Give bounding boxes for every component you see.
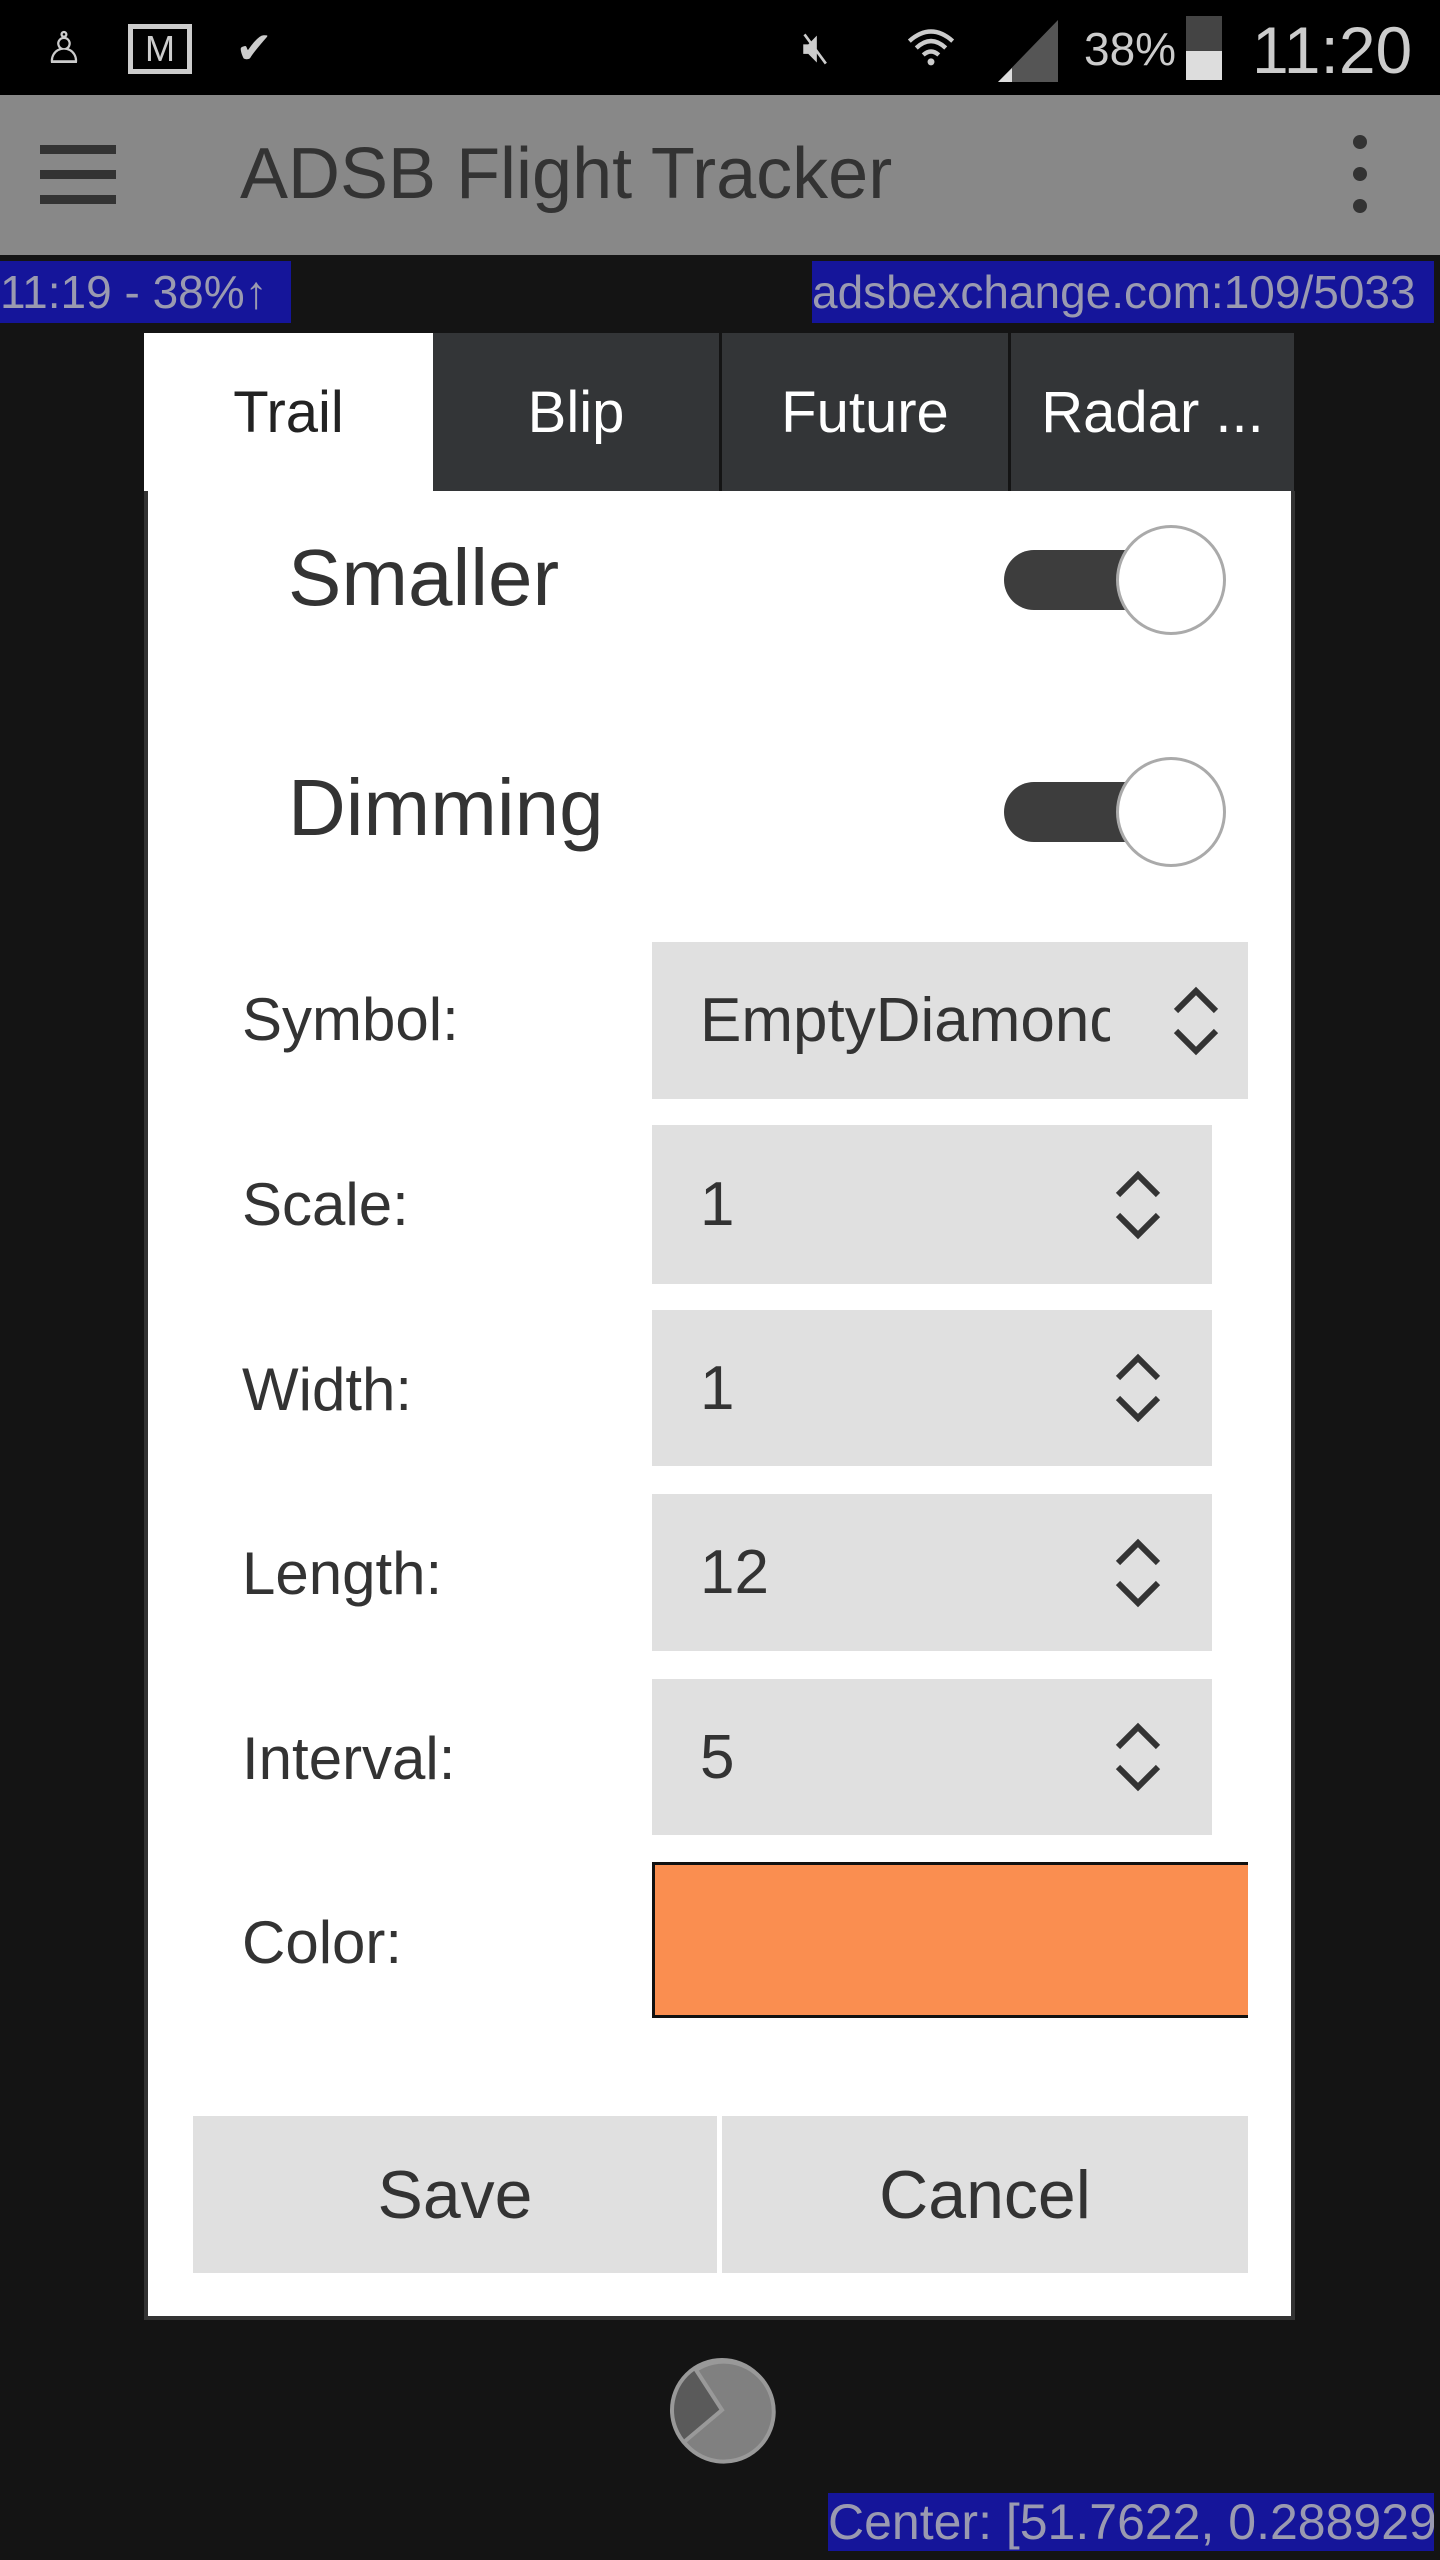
dimming-toggle[interactable] bbox=[1004, 757, 1226, 867]
tab-trail[interactable]: Trail bbox=[144, 333, 433, 491]
pie-progress-icon[interactable] bbox=[668, 2356, 776, 2464]
task-check-icon: ✔ bbox=[235, 23, 273, 73]
chevron-up-down-icon bbox=[1115, 1538, 1161, 1607]
chevron-up-down-icon bbox=[1115, 1722, 1161, 1792]
app-title: ADSB Flight Tracker bbox=[240, 134, 893, 214]
chevron-up-down-icon bbox=[1115, 1170, 1161, 1239]
battery-percent: 38% bbox=[1084, 23, 1177, 75]
tab-radar[interactable]: Radar ... bbox=[1011, 333, 1294, 491]
width-spinner[interactable]: 1 bbox=[652, 1310, 1212, 1466]
scale-value: 1 bbox=[700, 1170, 735, 1239]
usb-debug-icon: ♙ bbox=[44, 23, 84, 73]
dimming-label: Dimming bbox=[288, 763, 604, 852]
chevron-up-down-icon bbox=[1173, 986, 1219, 1055]
color-label: Color: bbox=[242, 1909, 403, 1976]
symbol-value: EmptyDiamond bbox=[700, 986, 1110, 1055]
length-spinner[interactable]: 12 bbox=[652, 1494, 1212, 1651]
tab-future[interactable]: Future bbox=[722, 333, 1008, 491]
symbol-select[interactable]: EmptyDiamond bbox=[652, 942, 1248, 1099]
width-label: Width: bbox=[242, 1356, 413, 1423]
wifi-icon bbox=[905, 22, 957, 74]
hamburger-icon[interactable] bbox=[40, 145, 116, 205]
time-battery-overlay: 11:19 - 38%↑ bbox=[0, 261, 291, 323]
cancel-button[interactable]: Cancel bbox=[722, 2116, 1248, 2273]
interval-spinner[interactable]: 5 bbox=[652, 1679, 1212, 1835]
tab-blip[interactable]: Blip bbox=[433, 333, 719, 491]
length-label: Length: bbox=[242, 1540, 443, 1607]
width-value: 1 bbox=[700, 1353, 735, 1423]
center-coordinates: Center: [51.7622, 0.288929] bbox=[828, 2493, 1434, 2551]
scale-label: Scale: bbox=[242, 1171, 409, 1238]
smaller-label: Smaller bbox=[288, 533, 560, 622]
source-overlay: adsbexchange.com:109/5033 bbox=[812, 261, 1434, 323]
clock: 11:20 bbox=[1252, 13, 1413, 87]
color-swatch[interactable] bbox=[652, 1862, 1248, 2018]
symbol-label: Symbol: bbox=[242, 986, 459, 1053]
length-value: 12 bbox=[700, 1538, 769, 1607]
battery-charging-icon bbox=[1186, 16, 1222, 80]
save-button[interactable]: Save bbox=[193, 2116, 717, 2273]
mute-icon: 🔇︎ bbox=[802, 23, 830, 72]
smaller-toggle[interactable] bbox=[1004, 525, 1226, 635]
more-vert-icon[interactable] bbox=[1340, 135, 1380, 215]
scale-spinner[interactable]: 1 bbox=[652, 1125, 1212, 1284]
chevron-up-down-icon bbox=[1115, 1353, 1161, 1423]
app-bar: ADSB Flight Tracker bbox=[0, 95, 1440, 255]
interval-value: 5 bbox=[700, 1722, 735, 1792]
signal-icon bbox=[998, 20, 1058, 82]
interval-label: Interval: bbox=[242, 1725, 456, 1792]
status-bar: ♙ M ✔ 🔇︎ 38% 11:20 bbox=[0, 0, 1440, 95]
gmail-icon: M bbox=[128, 24, 192, 74]
